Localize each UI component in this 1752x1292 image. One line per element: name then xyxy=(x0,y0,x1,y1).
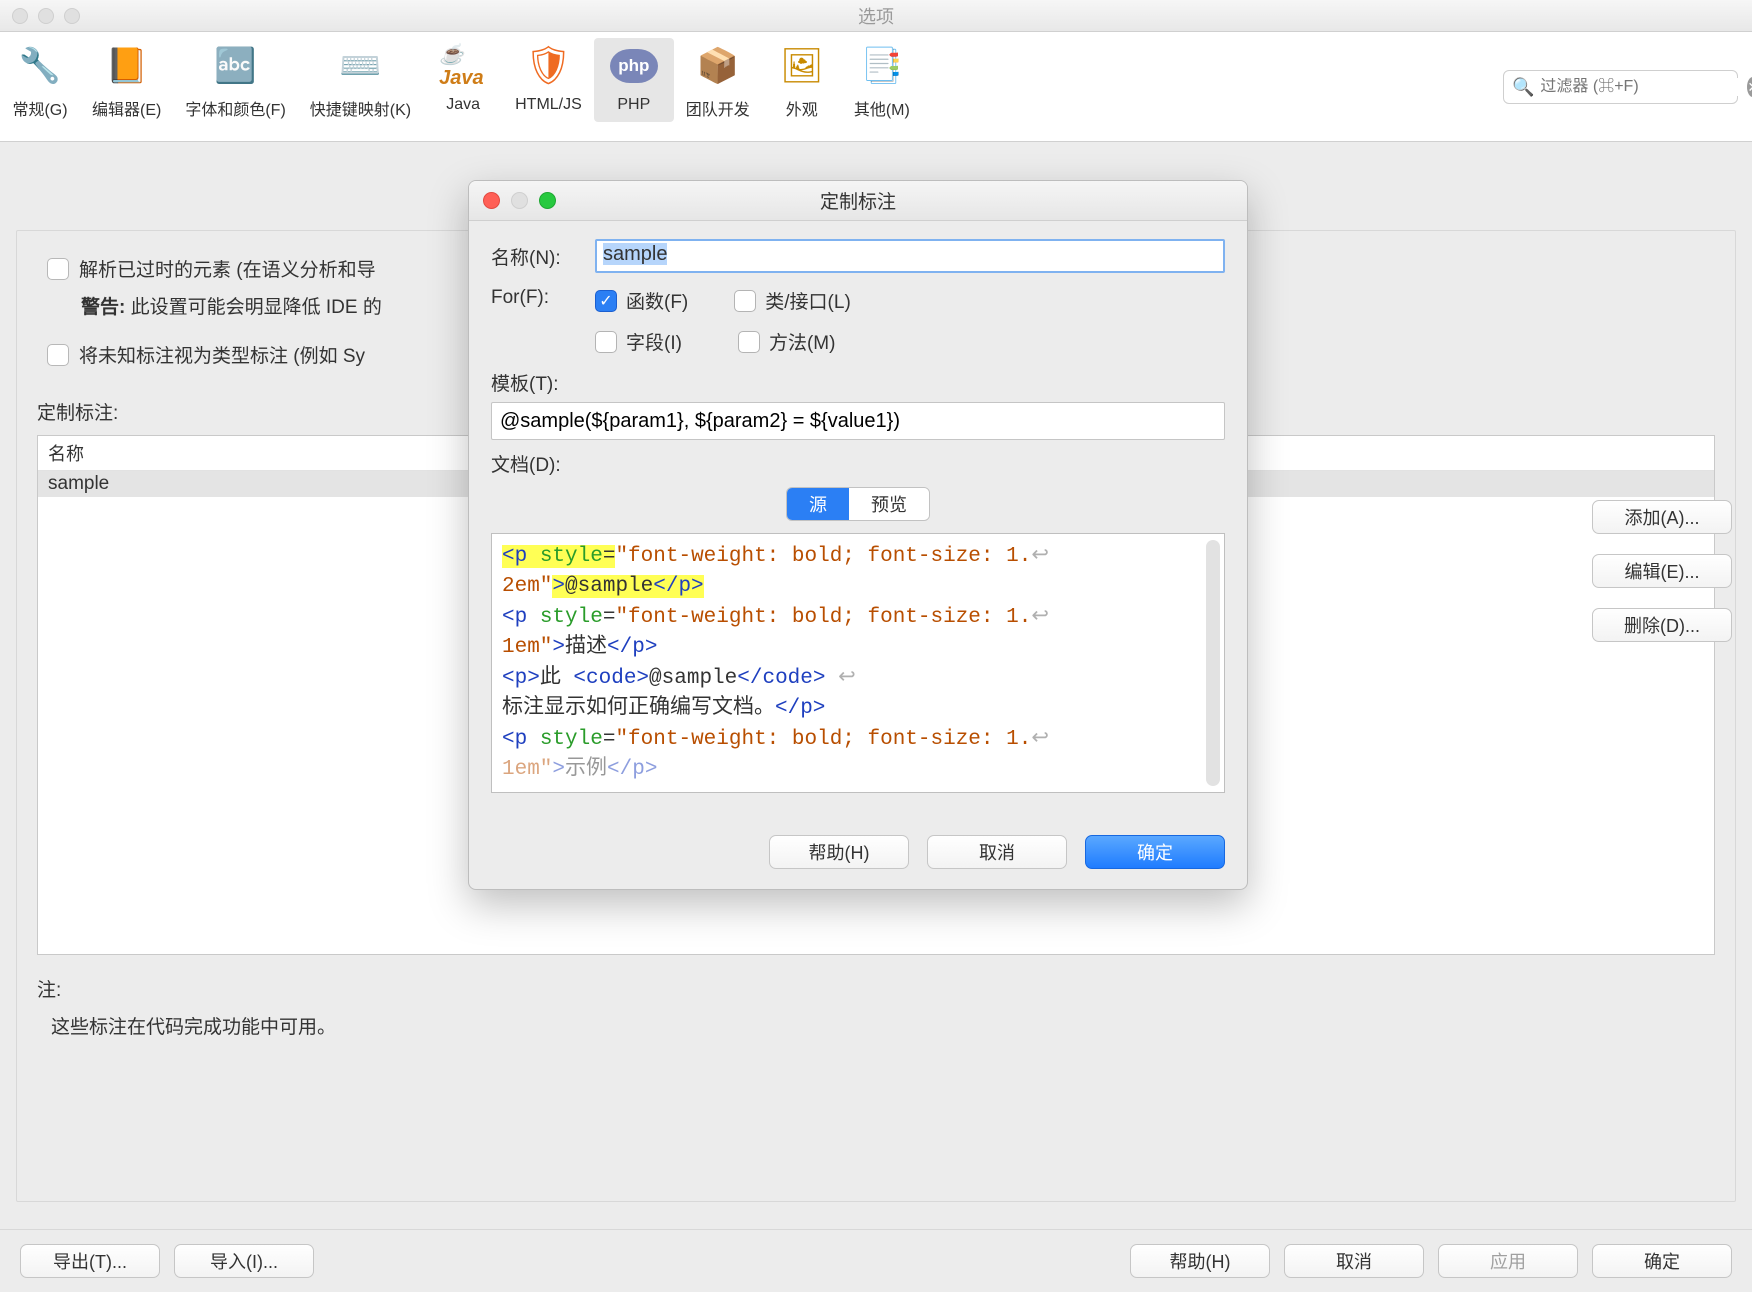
clear-icon[interactable]: ✕ xyxy=(1747,77,1752,97)
font-icon: 🔤 xyxy=(212,42,260,90)
toolbar-fonts[interactable]: 🔤 字体和颜色(F) xyxy=(173,38,297,128)
toolbar-misc[interactable]: 📑 其他(M) xyxy=(842,38,922,128)
doc-code-editor[interactable]: <p style="font-weight: bold; font-size: … xyxy=(491,533,1225,793)
appearance-icon: 🖼 xyxy=(778,42,826,90)
toolbar-general[interactable]: 🔧 常规(G) xyxy=(0,38,80,128)
name-label: 名称(N): xyxy=(491,243,581,270)
segment-source[interactable]: 源 xyxy=(787,488,849,520)
side-buttons: 添加(A)... 编辑(E)... 删除(D)... xyxy=(1592,500,1732,642)
toolbar-label: 字体和颜色(F) xyxy=(185,96,285,120)
checkbox-icon[interactable] xyxy=(734,290,756,312)
source-preview-segment[interactable]: 源 预览 xyxy=(491,487,1225,521)
documents-gear-icon: 📑 xyxy=(858,42,906,90)
segment-preview[interactable]: 预览 xyxy=(849,488,929,520)
template-label: 模板(T): xyxy=(491,369,1225,396)
checkbox-label: 解析已过时的元素 (在语义分析和导 xyxy=(79,255,376,282)
note-label: 注: xyxy=(37,975,1715,1002)
checkbox-icon[interactable] xyxy=(595,331,617,353)
checkbox-checked-icon[interactable]: ✓ xyxy=(595,290,617,312)
search-icon: 🔍 xyxy=(1512,77,1534,98)
toolbar-label: Java xyxy=(446,96,480,114)
dialog-title: 定制标注 xyxy=(820,187,896,214)
export-button[interactable]: 导出(T)... xyxy=(20,1244,160,1278)
for-label: For(F): xyxy=(491,287,581,309)
toolbar: 🔧 常规(G) 📙 编辑器(E) 🔤 字体和颜色(F) ⌨️ 快捷键映射(K) … xyxy=(0,32,1752,142)
dialog-cancel-button[interactable]: 取消 xyxy=(927,835,1067,869)
ok-button[interactable]: 确定 xyxy=(1592,1244,1732,1278)
team-icon: 📦 xyxy=(694,42,742,90)
toolbar-editor[interactable]: 📙 编辑器(E) xyxy=(80,38,173,128)
field-checkbox[interactable]: 字段(I) xyxy=(595,328,682,355)
java-icon: ☕Java xyxy=(439,42,487,90)
method-checkbox[interactable]: 方法(M) xyxy=(738,328,835,355)
filter-input[interactable] xyxy=(1540,78,1747,96)
toolbar-appearance[interactable]: 🖼 外观 xyxy=(762,38,842,128)
name-input[interactable]: sample xyxy=(595,239,1225,273)
zoom-window-icon[interactable] xyxy=(64,8,80,24)
minimize-window-icon[interactable] xyxy=(38,8,54,24)
dialog-ok-button[interactable]: 确定 xyxy=(1085,835,1225,869)
toolbar-label: 常规(G) xyxy=(12,96,67,120)
function-checkbox[interactable]: ✓ 函数(F) xyxy=(595,287,688,314)
toolbar-label: PHP xyxy=(617,96,650,114)
warning-prefix: 警告: xyxy=(81,297,125,318)
cancel-button[interactable]: 取消 xyxy=(1284,1244,1424,1278)
checkbox-icon[interactable] xyxy=(47,258,69,280)
wrench-icon: 🔧 xyxy=(16,42,64,90)
toolbar-label: 编辑器(E) xyxy=(92,96,161,120)
note-body: 这些标注在代码完成功能中可用。 xyxy=(51,1012,1715,1039)
php-icon: php xyxy=(610,42,658,90)
traffic-lights xyxy=(12,8,80,24)
toolbar-keymap[interactable]: ⌨️ 快捷键映射(K) xyxy=(298,38,423,128)
toolbar-label: 其他(M) xyxy=(854,96,910,120)
toolbar-php[interactable]: php PHP xyxy=(594,38,674,122)
toolbar-team[interactable]: 📦 团队开发 xyxy=(674,38,762,128)
dialog-help-button[interactable]: 帮助(H) xyxy=(769,835,909,869)
toolbar-label: 外观 xyxy=(786,96,818,120)
delete-button[interactable]: 删除(D)... xyxy=(1592,608,1732,642)
book-icon: 📙 xyxy=(103,42,151,90)
template-input[interactable] xyxy=(491,402,1225,440)
parent-window-title: 选项 xyxy=(858,3,894,29)
dialog-titlebar: 定制标注 xyxy=(469,181,1247,221)
import-button[interactable]: 导入(I)... xyxy=(174,1244,314,1278)
close-icon[interactable] xyxy=(483,192,500,209)
bottom-bar: 导出(T)... 导入(I)... 帮助(H) 取消 应用 确定 xyxy=(0,1229,1752,1292)
apply-button[interactable]: 应用 xyxy=(1438,1244,1578,1278)
dialog-footer: 帮助(H) 取消 确定 xyxy=(469,823,1247,889)
checkbox-icon[interactable] xyxy=(47,344,69,366)
toolbar-java[interactable]: ☕Java Java xyxy=(423,38,503,122)
zoom-icon[interactable] xyxy=(539,192,556,209)
toolbar-label: HTML/JS xyxy=(515,96,582,114)
scrollbar[interactable] xyxy=(1206,540,1220,786)
edit-button[interactable]: 编辑(E)... xyxy=(1592,554,1732,588)
filter-search[interactable]: 🔍 ✕ xyxy=(1503,70,1738,104)
close-window-icon[interactable] xyxy=(12,8,28,24)
toolbar-label: 快捷键映射(K) xyxy=(310,96,411,120)
custom-annotation-dialog: 定制标注 名称(N): sample For(F): ✓ 函数(F) 类/接口(… xyxy=(468,180,1248,890)
add-button[interactable]: 添加(A)... xyxy=(1592,500,1732,534)
class-checkbox[interactable]: 类/接口(L) xyxy=(734,287,851,314)
checkbox-icon[interactable] xyxy=(738,331,760,353)
parent-titlebar: 选项 xyxy=(0,0,1752,32)
help-button[interactable]: 帮助(H) xyxy=(1130,1244,1270,1278)
doc-label: 文档(D): xyxy=(491,450,1225,477)
toolbar-htmljs[interactable]: 🛡 HTML/JS xyxy=(503,38,594,122)
checkbox-label: 将未知标注视为类型标注 (例如 Sy xyxy=(79,341,365,368)
toolbar-label: 团队开发 xyxy=(686,96,750,120)
keyboard-icon: ⌨️ xyxy=(336,42,384,90)
minimize-icon[interactable] xyxy=(511,192,528,209)
html5-icon: 🛡 xyxy=(524,42,572,90)
